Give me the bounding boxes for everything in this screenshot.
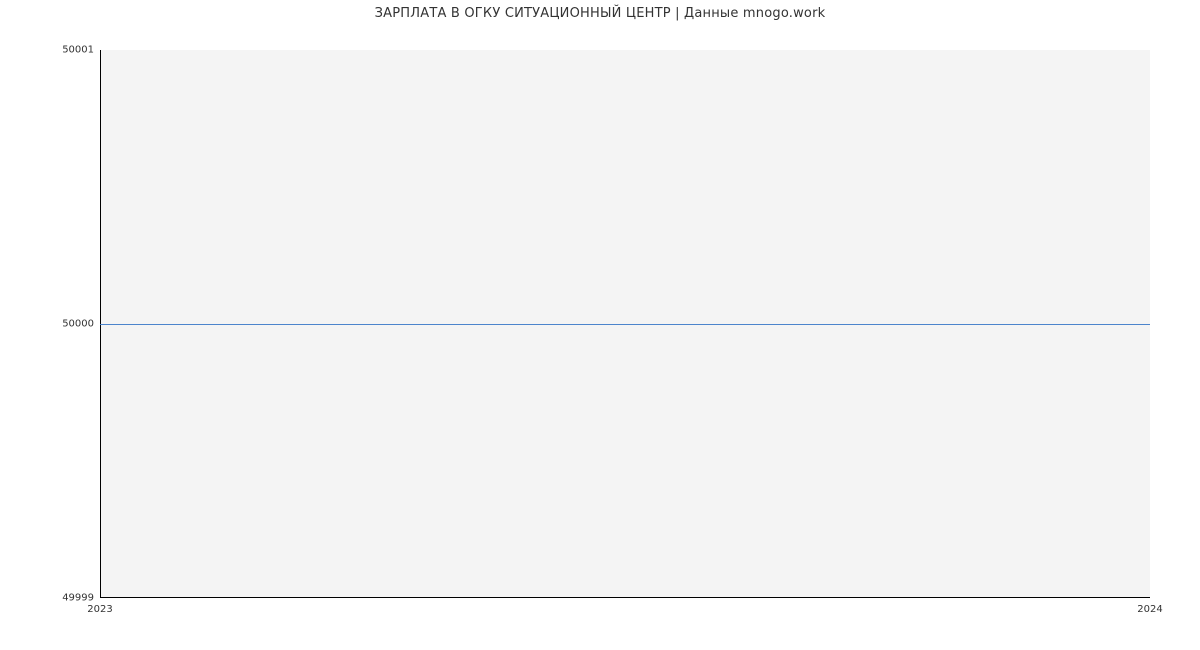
y-tick-label: 49999 xyxy=(4,593,94,604)
x-tick-label: 2024 xyxy=(1137,604,1162,615)
chart-container: ЗАРПЛАТА В ОГКУ СИТУАЦИОННЫЙ ЦЕНТР | Дан… xyxy=(0,0,1200,650)
x-tick-label: 2023 xyxy=(87,604,112,615)
chart-title: ЗАРПЛАТА В ОГКУ СИТУАЦИОННЫЙ ЦЕНТР | Дан… xyxy=(0,6,1200,21)
y-tick-label: 50000 xyxy=(4,319,94,330)
series-line xyxy=(100,324,1150,325)
x-axis-spine xyxy=(100,597,1150,598)
y-tick-label: 50001 xyxy=(4,45,94,56)
